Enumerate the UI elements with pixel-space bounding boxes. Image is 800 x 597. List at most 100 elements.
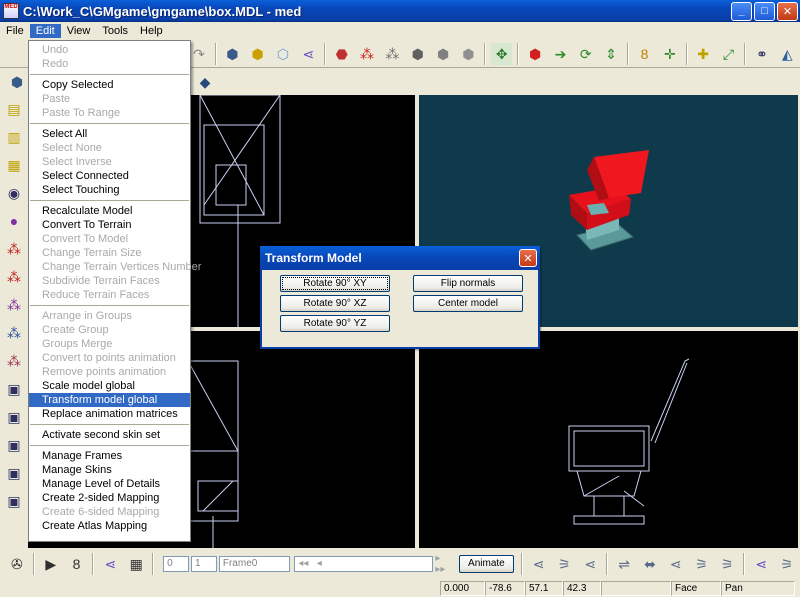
menu-help[interactable]: Help	[134, 24, 169, 38]
menu-file[interactable]: File	[0, 24, 30, 38]
link-anim-icon[interactable]: ⋖	[99, 553, 121, 575]
menu-item-activate-second-skin-set[interactable]: Activate second skin set	[29, 428, 190, 442]
rotate-yz-button[interactable]: Rotate 90° YZ	[280, 315, 390, 332]
film-icon[interactable]: ▶	[40, 553, 62, 575]
anim-tool-6-icon[interactable]: ⋖	[665, 553, 687, 575]
red-cubes-icon[interactable]: ⁂	[356, 43, 377, 65]
menu-item-redo: Redo	[42, 58, 69, 70]
menu-view[interactable]: View	[61, 24, 97, 38]
texture-icon[interactable]: ▦	[2, 153, 26, 177]
menu-item-manage-skins[interactable]: Manage Skins	[29, 463, 190, 477]
menu-item-convert-to-model: Convert To Model	[42, 233, 129, 245]
share-icon[interactable]: ⋖	[298, 43, 319, 65]
cube-icon[interactable]: ⬢	[222, 43, 243, 65]
rotate-icon[interactable]: ⟳	[575, 43, 596, 65]
frame-count-field[interactable]: 1	[191, 556, 217, 572]
status-x: -78.6	[485, 581, 525, 596]
view-2d-icon[interactable]: ▤	[2, 97, 26, 121]
camera-reel-icon[interactable]: ✇	[6, 553, 28, 575]
animate-button[interactable]: Animate	[459, 555, 514, 573]
triangle-icon[interactable]: ◭	[777, 43, 798, 65]
grey-cubes-icon[interactable]: ⁂	[382, 43, 403, 65]
link-icon[interactable]: ⚭	[751, 43, 772, 65]
red-group-icon[interactable]: ⁂	[2, 237, 26, 261]
grid-1-icon[interactable]: ▣	[2, 377, 26, 401]
timeline-toolbar: ✇ ▶ 8 ⋖ ▦ 0 1 Frame0 ◂◂ ◂ ▸ ▸▸ Animate ⋖…	[0, 548, 800, 580]
rotate-xz-button[interactable]: Rotate 90° XZ	[280, 295, 390, 312]
status-z: 42.3	[563, 581, 601, 596]
menu-item-copy-selected[interactable]: Copy Selected	[29, 78, 190, 92]
menu-item-manage-level-of-details[interactable]: Manage Level of Details	[29, 477, 190, 491]
bone-icon[interactable]: 8	[634, 43, 655, 65]
menu-item-subdivide-terrain-faces: Subdivide Terrain Faces	[42, 275, 160, 287]
dialog-title: Transform Model	[265, 251, 362, 265]
red-group-2-icon[interactable]: ⁂	[2, 265, 26, 289]
menu-item-recalculate-model[interactable]: Recalculate Model	[29, 204, 190, 218]
scale-icon[interactable]: ⇕	[600, 43, 621, 65]
grid-5-icon[interactable]: ▣	[2, 489, 26, 513]
anim-tool-7-icon[interactable]: ⚞	[691, 553, 713, 575]
close-button[interactable]: ✕	[777, 1, 798, 21]
anim-tool-3-icon[interactable]: ⋖	[579, 553, 601, 575]
sphere-icon[interactable]: ●	[2, 209, 26, 233]
anim-tool-10-icon[interactable]: ⚞	[776, 553, 798, 575]
axis-icon[interactable]: ✛	[659, 43, 680, 65]
center-model-button[interactable]: Center model	[413, 295, 523, 312]
cube-yellow-icon[interactable]: ⬢	[247, 43, 268, 65]
frame-start-field[interactable]: 0	[163, 556, 189, 572]
grey-cube-2-icon[interactable]: ⬢	[432, 43, 453, 65]
anim-tool-8-icon[interactable]: ⚞	[717, 553, 739, 575]
menu-separator	[30, 424, 189, 425]
menu-item-select-all[interactable]: Select All	[29, 127, 190, 141]
anim-tool-9-icon[interactable]: ⋖	[750, 553, 772, 575]
frame-name-field[interactable]: Frame0	[218, 556, 291, 572]
grid-2-icon[interactable]: ▣	[2, 405, 26, 429]
diamond-icon[interactable]: ◆	[194, 71, 216, 93]
menu-item-manage-frames[interactable]: Manage Frames	[29, 449, 190, 463]
grid-3-icon[interactable]: ▣	[2, 433, 26, 457]
menu-tools[interactable]: Tools	[96, 24, 134, 38]
cube-outline-icon[interactable]: ⬡	[272, 43, 293, 65]
maximize-button[interactable]: □	[754, 1, 775, 21]
add-vertex-icon[interactable]: ✚	[693, 43, 714, 65]
menu-item-create-atlas-mapping[interactable]: Create Atlas Mapping	[29, 519, 190, 533]
slider-end-arrows[interactable]: ▸ ▸▸	[435, 553, 453, 575]
menu-edit[interactable]: Edit	[29, 24, 61, 38]
select-point-icon[interactable]: ⬣	[331, 43, 352, 65]
bone-anim-icon[interactable]: 8	[66, 553, 88, 575]
redo-icon[interactable]: ↷	[188, 43, 209, 65]
menu-item-select-connected[interactable]: Select Connected	[29, 169, 190, 183]
red-cube-icon[interactable]: ⬢	[524, 43, 545, 65]
menu-item-transform-model-global[interactable]: Transform model global	[29, 393, 190, 407]
grey-cube-3-icon[interactable]: ⬢	[458, 43, 479, 65]
status-y: 57.1	[525, 581, 563, 596]
anim-tool-1-icon[interactable]: ⋖	[528, 553, 550, 575]
anim-tool-5-icon[interactable]: ⬌	[639, 553, 661, 575]
view-3d-icon[interactable]: ▥	[2, 125, 26, 149]
blue-group-icon[interactable]: ⁂	[2, 321, 26, 345]
menu-item-create-group: Create Group	[42, 324, 109, 336]
anim-tool-4-icon[interactable]: ⇌	[613, 553, 635, 575]
menu-item-create-2-sided-mapping[interactable]: Create 2-sided Mapping	[29, 491, 190, 505]
cube-view-icon[interactable]: ⬢	[6, 71, 28, 93]
rotate-xy-button[interactable]: Rotate 90° XY	[280, 275, 390, 292]
viewport-bottom-right[interactable]	[419, 331, 798, 548]
menu-item-replace-animation-matrices[interactable]: Replace animation matrices	[29, 407, 190, 421]
anim-tool-2-icon[interactable]: ⚞	[554, 553, 576, 575]
grey-cube-icon[interactable]: ⬢	[407, 43, 428, 65]
move-icon[interactable]: ➔	[550, 43, 571, 65]
strip-icon[interactable]: ▦	[125, 553, 147, 575]
frame-slider[interactable]: ◂◂ ◂	[294, 556, 434, 572]
eye-icon[interactable]: ◉	[2, 181, 26, 205]
grid-4-icon[interactable]: ▣	[2, 461, 26, 485]
flip-normals-button[interactable]: Flip normals	[413, 275, 523, 292]
edge-icon[interactable]: ⤢	[718, 43, 739, 65]
camera-icon[interactable]: ✥	[491, 42, 513, 65]
menu-item-convert-to-terrain[interactable]: Convert To Terrain	[29, 218, 190, 232]
mixed-group-icon[interactable]: ⁂	[2, 349, 26, 373]
minimize-button[interactable]: _	[731, 1, 752, 21]
menu-item-select-touching[interactable]: Select Touching	[29, 183, 190, 197]
purple-group-icon[interactable]: ⁂	[2, 293, 26, 317]
menu-item-scale-model-global[interactable]: Scale model global	[29, 379, 190, 393]
dialog-close-button[interactable]: ✕	[519, 249, 537, 267]
